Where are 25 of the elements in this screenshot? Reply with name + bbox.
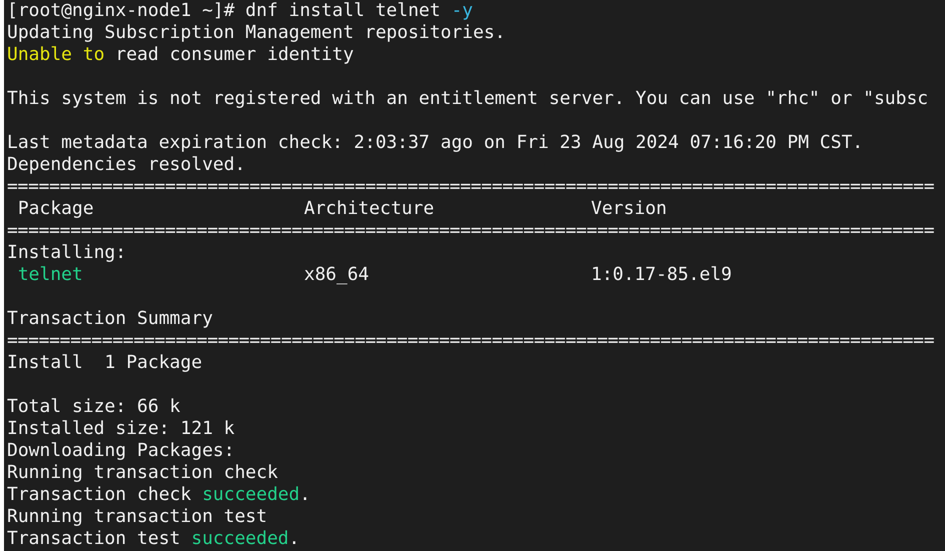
terminal-line: Running transaction check — [7, 462, 278, 484]
table-cell-text: Package — [16, 198, 94, 219]
terminal-line: Running transaction test — [7, 506, 268, 528]
separator-line: ======================================================================================== — [7, 330, 934, 352]
terminal-line: Downloading Packages: — [7, 440, 235, 462]
table-cell: Version — [591, 198, 667, 219]
separator-line: ======================================================================================== — [7, 176, 934, 198]
terminal-line: Installed size: 121 k — [7, 418, 235, 440]
terminal-line: Transaction check succeeded. — [7, 484, 310, 506]
terminal-line: Install 1 Package — [7, 352, 202, 374]
terminal-line: This system is not registered with an entitlement server. You can use "rhc" or "subsc — [7, 88, 928, 110]
terminal-line: Updating Subscription Management repositories. — [7, 22, 506, 44]
table-cell: x86_64 — [304, 264, 370, 285]
table-cell-text: telnet — [16, 264, 83, 285]
terminal-line: Transaction Summary — [7, 308, 213, 330]
terminal-line: Total size: 66 k — [7, 396, 180, 418]
terminal-line: Last metadata expiration check: 2:03:37 ago on Fri 23 Aug 2024 07:16:20 PM CST. — [7, 132, 864, 154]
terminal-line: Transaction test succeeded. — [7, 528, 300, 550]
table-cell: Architecture — [304, 198, 434, 219]
separator-line: ======================================================================================== — [7, 220, 934, 242]
terminal-line: Installing: — [7, 242, 126, 264]
table-cell: 1:0.17-85.el9 — [591, 264, 732, 285]
terminal-line: Unable to read consumer identity — [7, 44, 354, 66]
terminal-line: [root@nginx-node1 ~]# dnf install telnet -y — [7, 0, 474, 22]
terminal-line: Dependencies resolved. — [7, 154, 246, 176]
